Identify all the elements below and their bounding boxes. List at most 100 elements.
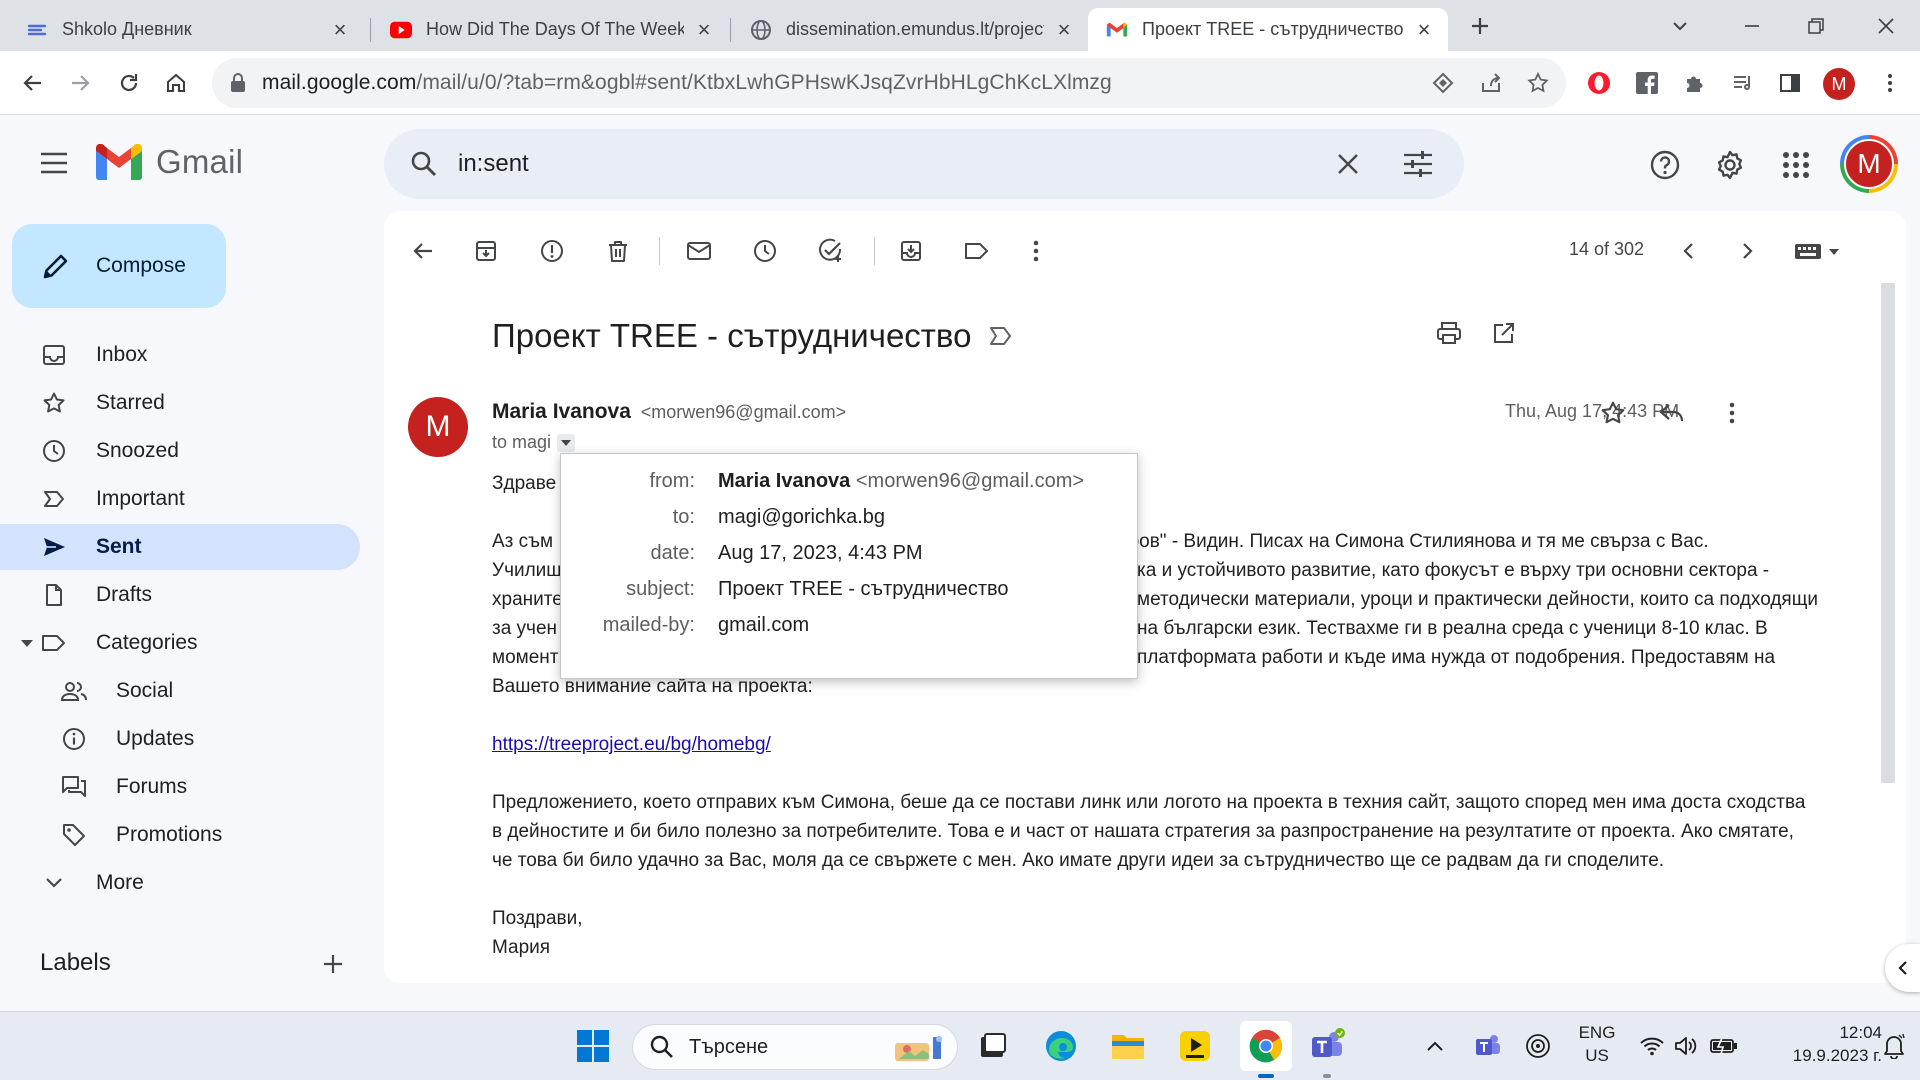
newer-button[interactable]: [1669, 231, 1709, 271]
important-marker-icon[interactable]: [989, 325, 1013, 347]
lock-icon[interactable]: [230, 73, 246, 93]
system-clock[interactable]: 12:04 19.9.2023 г.: [1752, 1023, 1882, 1066]
task-view-icon[interactable]: [972, 1025, 1014, 1067]
labels-button[interactable]: [957, 231, 997, 271]
file-explorer-icon[interactable]: [1107, 1025, 1149, 1067]
facebook-extension-icon[interactable]: [1631, 67, 1663, 99]
search-bar[interactable]: in:sent: [384, 129, 1464, 199]
apps-grid-icon[interactable]: [1776, 145, 1816, 185]
main-menu-button[interactable]: [34, 143, 74, 183]
notifications-icon[interactable]: [1876, 1025, 1912, 1067]
forward-button[interactable]: [64, 67, 96, 99]
caret-down-icon[interactable]: [20, 636, 36, 650]
open-in-new-window-button[interactable]: [1484, 313, 1524, 353]
sidebar-item-drafts[interactable]: Drafts: [0, 572, 360, 618]
start-windows-icon[interactable]: [572, 1025, 614, 1067]
archive-button[interactable]: [466, 231, 506, 271]
window-close-icon[interactable]: [1870, 10, 1902, 42]
settings-gear-icon[interactable]: [1710, 145, 1750, 185]
search-options-icon[interactable]: [1398, 144, 1438, 184]
tab-search-icon[interactable]: [1664, 10, 1696, 42]
show-hidden-icons-chevron[interactable]: [1420, 1025, 1450, 1067]
browser-profile-avatar[interactable]: M: [1823, 68, 1855, 100]
sidebar-item-sent[interactable]: Sent: [0, 524, 360, 570]
back-to-list-button[interactable]: [403, 231, 443, 271]
clear-search-icon[interactable]: [1328, 144, 1368, 184]
search-input[interactable]: in:sent: [458, 150, 529, 178]
sidebar-item-more[interactable]: More: [0, 860, 360, 906]
add-label-button[interactable]: [318, 949, 348, 979]
project-link[interactable]: https://treeproject.eu/bg/homebg/: [492, 734, 771, 755]
reply-button[interactable]: [1652, 393, 1692, 433]
battery-icon[interactable]: [1704, 1025, 1744, 1067]
toolbar-divider: [874, 237, 875, 265]
close-icon[interactable]: ×: [694, 17, 714, 42]
more-actions-icon[interactable]: [1016, 231, 1056, 271]
sender-avatar[interactable]: M: [408, 397, 468, 457]
back-button[interactable]: [17, 67, 49, 99]
restore-icon[interactable]: [1800, 10, 1832, 42]
browser-tab-gmail[interactable]: Проект TREE - сътрудничество - ×: [1088, 8, 1448, 51]
sender-name[interactable]: Maria Ivanova: [492, 400, 631, 423]
star-message-button[interactable]: [1593, 393, 1633, 433]
chrome-menu-icon[interactable]: [1874, 67, 1906, 99]
report-spam-button[interactable]: [532, 231, 572, 271]
minimize-icon[interactable]: [1736, 10, 1768, 42]
search-icon[interactable]: [404, 144, 444, 184]
sidebar-item-important[interactable]: Important: [0, 476, 360, 522]
youtube-icon: [390, 19, 412, 41]
older-button[interactable]: [1727, 231, 1767, 271]
share-icon[interactable]: [1476, 68, 1506, 98]
media-player-icon[interactable]: [1174, 1025, 1216, 1067]
bookmark-star-icon[interactable]: [1523, 68, 1553, 98]
account-avatar[interactable]: M: [1840, 135, 1898, 193]
close-icon[interactable]: ×: [330, 17, 350, 42]
location-tray-icon[interactable]: [1520, 1025, 1556, 1067]
move-to-button[interactable]: [891, 231, 931, 271]
message-more-icon[interactable]: [1712, 393, 1752, 433]
show-side-panel-button[interactable]: [1885, 944, 1920, 992]
address-bar[interactable]: mail.google.com/mail/u/0/?tab=rm&ogbl#se…: [212, 58, 1566, 108]
language-indicator[interactable]: ENG US: [1572, 1023, 1622, 1066]
new-tab-button[interactable]: [1464, 10, 1496, 42]
mark-unread-button[interactable]: [679, 231, 719, 271]
compose-button[interactable]: Compose: [12, 224, 226, 308]
sidebar-item-forums[interactable]: Forums: [0, 764, 360, 810]
sidebar-item-inbox[interactable]: Inbox: [0, 332, 360, 378]
reload-button[interactable]: [113, 67, 145, 99]
sidebar-item-snoozed[interactable]: Snoozed: [0, 428, 360, 474]
scrollbar-thumb[interactable]: [1881, 283, 1895, 783]
teams-icon[interactable]: [1306, 1025, 1348, 1067]
taskbar-search-box[interactable]: Търсене: [632, 1024, 958, 1070]
home-button[interactable]: [160, 67, 192, 99]
sidebar-item-categories[interactable]: Categories: [0, 620, 360, 666]
sidebar-item-starred[interactable]: Starred: [0, 380, 360, 426]
sidebar-item-promotions[interactable]: Promotions: [0, 812, 360, 858]
browser-tab-youtube[interactable]: How Did The Days Of The Week G ×: [372, 8, 728, 51]
extensions-puzzle-icon[interactable]: [1679, 67, 1711, 99]
input-tools-keyboard-icon[interactable]: [1790, 231, 1850, 271]
browser-tab-shkolo[interactable]: Shkolo Дневник ×: [8, 8, 364, 51]
details-from-name[interactable]: Maria Ivanova: [718, 470, 850, 492]
show-details-caret-icon[interactable]: [557, 433, 576, 452]
snooze-button[interactable]: [745, 231, 785, 271]
close-icon[interactable]: ×: [1414, 17, 1434, 42]
browser-toolbar: mail.google.com/mail/u/0/?tab=rm&ogbl#se…: [0, 51, 1920, 115]
edge-browser-icon[interactable]: [1040, 1025, 1082, 1067]
close-icon[interactable]: ×: [1054, 17, 1074, 42]
volume-icon[interactable]: [1666, 1025, 1706, 1067]
opera-extension-icon[interactable]: [1583, 67, 1615, 99]
gmail-logo[interactable]: Gmail: [96, 143, 243, 181]
delete-button[interactable]: [598, 231, 638, 271]
reading-list-icon[interactable]: [1727, 67, 1759, 99]
browser-tab-dissemination[interactable]: dissemination.emundus.lt/project ×: [732, 8, 1088, 51]
print-all-button[interactable]: [1429, 313, 1469, 353]
add-to-tasks-button[interactable]: [811, 231, 851, 271]
teams-tray-icon[interactable]: [1470, 1025, 1506, 1067]
chrome-taskbar-icon[interactable]: [1240, 1021, 1292, 1071]
side-panel-icon[interactable]: [1774, 67, 1806, 99]
sidebar-item-updates[interactable]: Updates: [0, 716, 360, 762]
help-icon[interactable]: [1645, 145, 1685, 185]
sidebar-item-social[interactable]: Social: [0, 668, 360, 714]
install-app-icon[interactable]: [1428, 68, 1458, 98]
